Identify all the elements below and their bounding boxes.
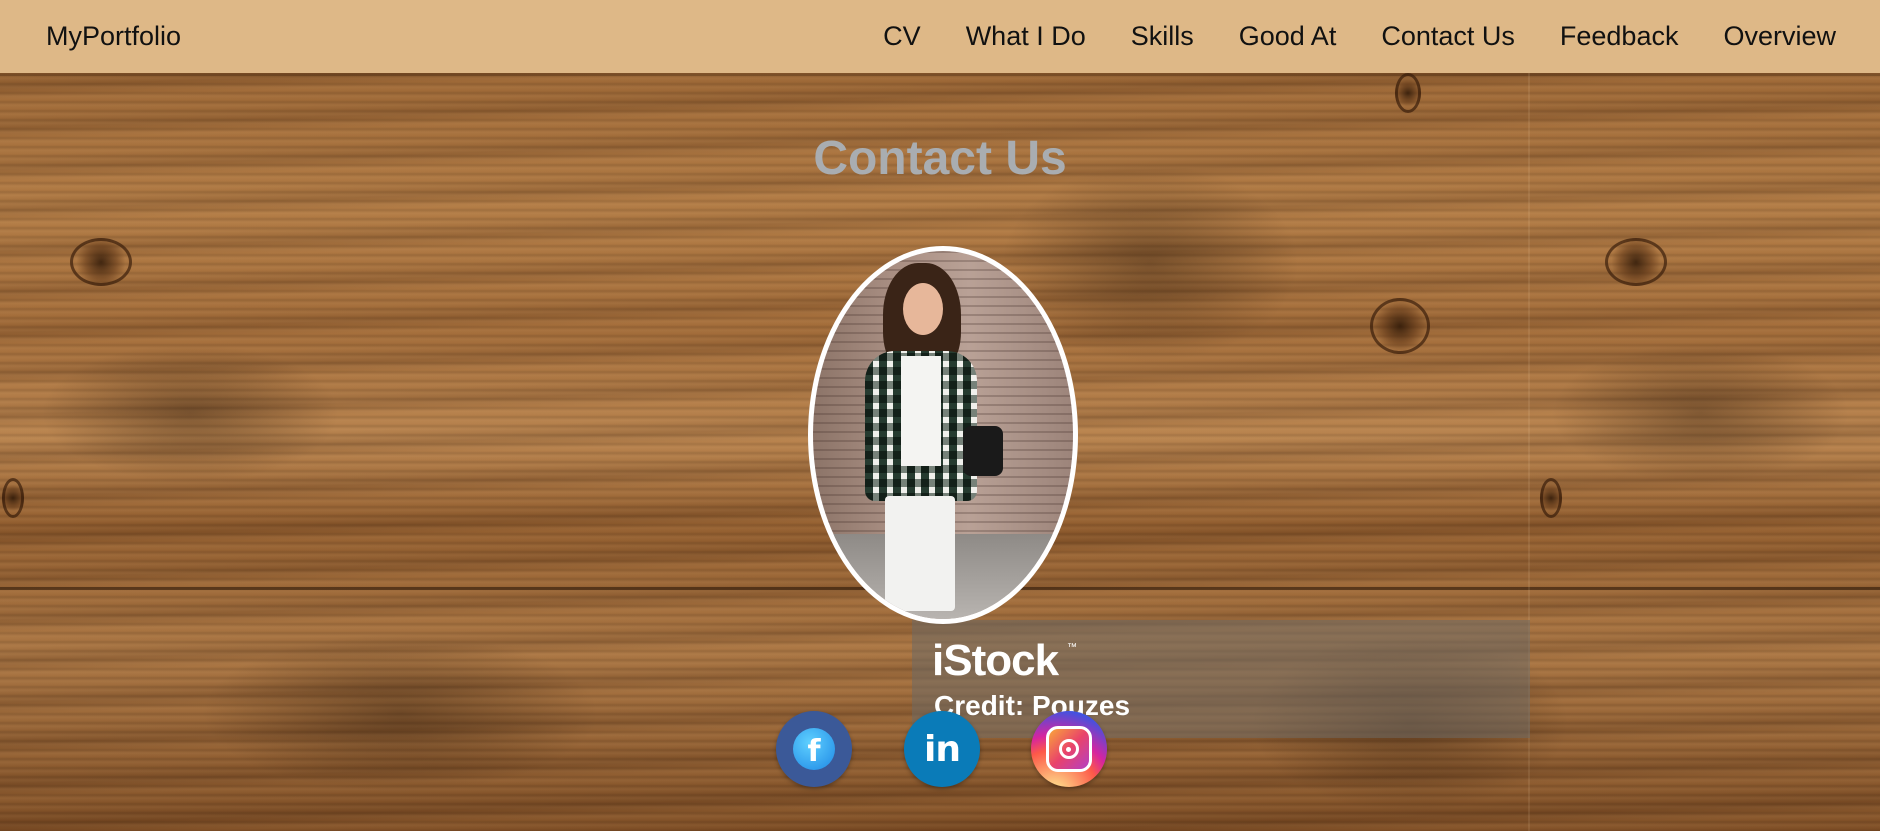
instagram-icon [1046, 726, 1092, 772]
person-face [903, 283, 943, 335]
facebook-glyph: f [807, 733, 821, 769]
wood-knot [1395, 73, 1421, 113]
wood-knot [1605, 238, 1667, 286]
nav-link-feedback[interactable]: Feedback [1560, 21, 1679, 52]
wood-stain [40, 343, 340, 483]
instagram-lens [1059, 739, 1079, 759]
facebook-icon: f [793, 728, 835, 770]
wood-stain [200, 633, 600, 793]
person-bag [963, 426, 1003, 476]
wood-stain [1550, 343, 1850, 483]
instagram-link[interactable] [1031, 711, 1107, 787]
brand-link[interactable]: MyPortfolio [46, 21, 181, 52]
nav-links: CV What I Do Skills Good At Contact Us F… [883, 21, 1836, 52]
person-pants [885, 496, 955, 611]
nav-link-what-i-do[interactable]: What I Do [966, 21, 1086, 52]
watermark-brand: iStock [932, 636, 1059, 685]
nav-link-cv[interactable]: CV [883, 21, 921, 52]
nav-link-contact-us[interactable]: Contact Us [1381, 21, 1515, 52]
page-title: Contact Us [813, 132, 1067, 185]
nav-link-good-at[interactable]: Good At [1239, 21, 1337, 52]
linkedin-icon: in [924, 728, 961, 770]
facebook-link[interactable]: f [776, 711, 852, 787]
nav-link-skills[interactable]: Skills [1131, 21, 1194, 52]
wood-knot [70, 238, 132, 286]
instagram-flash-dot [1066, 747, 1071, 752]
nav-link-overview[interactable]: Overview [1723, 21, 1836, 52]
navbar: MyPortfolio CV What I Do Skills Good At … [0, 0, 1880, 73]
wood-knot [2, 478, 24, 518]
plank-seam [0, 73, 1880, 76]
profile-photo [808, 246, 1078, 624]
wood-knot [1540, 478, 1562, 518]
person-shirt [901, 356, 941, 466]
social-links: f in [776, 711, 1107, 787]
wood-knot [1370, 298, 1430, 354]
linkedin-link[interactable]: in [904, 711, 980, 787]
watermark-trademark: ™ [1067, 642, 1077, 653]
